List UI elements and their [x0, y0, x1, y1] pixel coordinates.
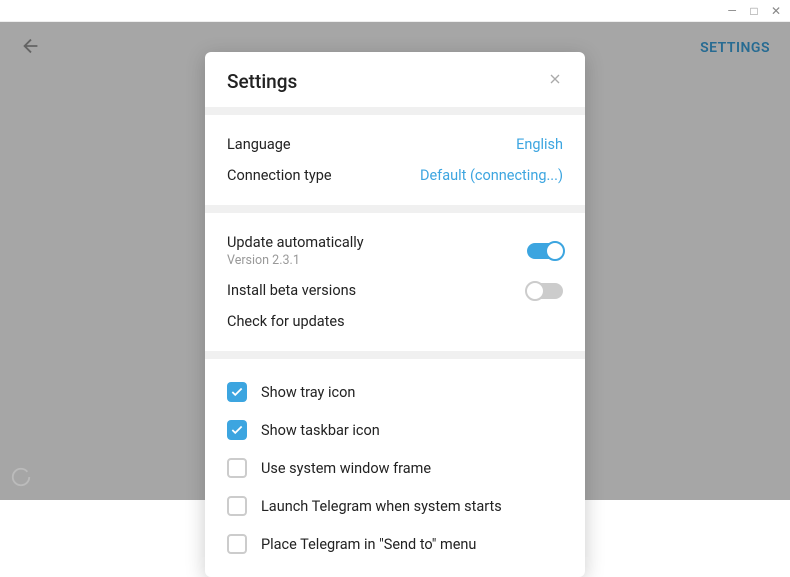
tray-icon-label: Show tray icon — [261, 384, 355, 401]
launch-startup-label: Launch Telegram when system starts — [261, 498, 502, 515]
tray-icon-checkbox[interactable] — [227, 382, 247, 402]
connection-value[interactable]: Default (connecting...) — [420, 167, 563, 184]
taskbar-icon-label: Show taskbar icon — [261, 422, 380, 439]
update-auto-toggle[interactable] — [527, 243, 563, 259]
system-section: Show tray icon Show taskbar icon Use sys… — [205, 359, 585, 577]
sendto-menu-checkbox[interactable] — [227, 534, 247, 554]
check-updates-label: Check for updates — [227, 313, 345, 330]
close-icon[interactable] — [547, 71, 563, 92]
updates-section: Update automatically Version 2.3.1 Insta… — [205, 213, 585, 351]
update-auto-row: Update automatically Version 2.3.1 — [227, 227, 563, 275]
window-frame-label: Use system window frame — [261, 460, 431, 477]
modal-title: Settings — [227, 70, 297, 93]
main-window: SETTINGS Settings Language English Conne… — [0, 22, 790, 500]
separator — [205, 205, 585, 213]
connection-row[interactable]: Connection type Default (connecting...) — [227, 160, 563, 191]
launch-startup-checkbox[interactable] — [227, 496, 247, 516]
connection-label: Connection type — [227, 167, 332, 184]
maximize-button[interactable]: □ — [748, 5, 760, 17]
language-section: Language English Connection type Default… — [205, 115, 585, 205]
modal-header: Settings — [205, 52, 585, 107]
sendto-menu-row[interactable]: Place Telegram in "Send to" menu — [227, 525, 563, 563]
window-frame-row[interactable]: Use system window frame — [227, 449, 563, 487]
install-beta-row: Install beta versions — [227, 275, 563, 306]
launch-startup-row[interactable]: Launch Telegram when system starts — [227, 487, 563, 525]
settings-modal: Settings Language English Connection typ… — [205, 52, 585, 577]
window-titlebar: — □ ✕ — [0, 0, 790, 22]
window-frame-checkbox[interactable] — [227, 458, 247, 478]
minimize-button[interactable]: — — [726, 5, 738, 17]
close-window-button[interactable]: ✕ — [770, 5, 782, 17]
language-label: Language — [227, 136, 291, 153]
language-value[interactable]: English — [516, 136, 563, 153]
taskbar-icon-checkbox[interactable] — [227, 420, 247, 440]
tray-icon-row[interactable]: Show tray icon — [227, 373, 563, 411]
update-auto-label: Update automatically — [227, 234, 364, 251]
taskbar-icon-row[interactable]: Show taskbar icon — [227, 411, 563, 449]
version-text: Version 2.3.1 — [227, 253, 364, 268]
install-beta-toggle[interactable] — [527, 283, 563, 299]
install-beta-label: Install beta versions — [227, 282, 356, 299]
separator — [205, 107, 585, 115]
separator — [205, 351, 585, 359]
language-row[interactable]: Language English — [227, 129, 563, 160]
sendto-menu-label: Place Telegram in "Send to" menu — [261, 536, 476, 553]
check-updates-row[interactable]: Check for updates — [227, 306, 563, 337]
loading-spinner-icon — [10, 466, 32, 492]
